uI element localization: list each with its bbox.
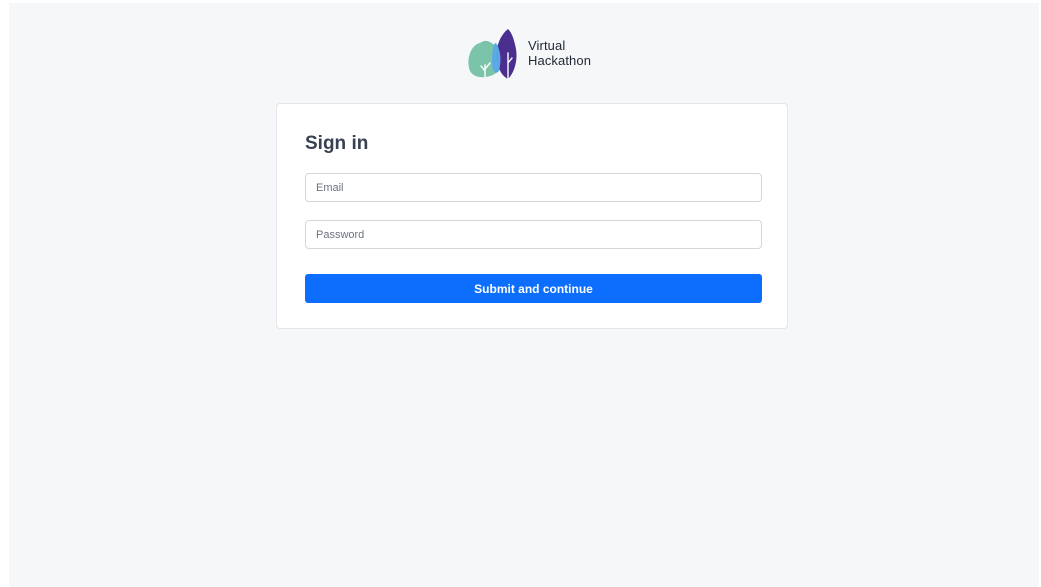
brand-name-line2: Hackathon bbox=[528, 53, 592, 68]
brand-header: Virtual Hackathon bbox=[466, 27, 616, 83]
submit-button[interactable]: Submit and continue bbox=[305, 274, 762, 303]
page-title: Sign in bbox=[305, 133, 369, 154]
brand-name: Virtual Hackathon bbox=[528, 38, 591, 68]
brand-name-line1: Virtual bbox=[528, 38, 566, 53]
page-background: Virtual Hackathon Sign in Submit and con… bbox=[9, 3, 1039, 587]
twin-leaves-logo-icon bbox=[468, 29, 517, 80]
signin-card: Sign in Submit and continue bbox=[276, 103, 788, 329]
email-field[interactable] bbox=[305, 173, 762, 202]
password-field[interactable] bbox=[305, 220, 762, 249]
